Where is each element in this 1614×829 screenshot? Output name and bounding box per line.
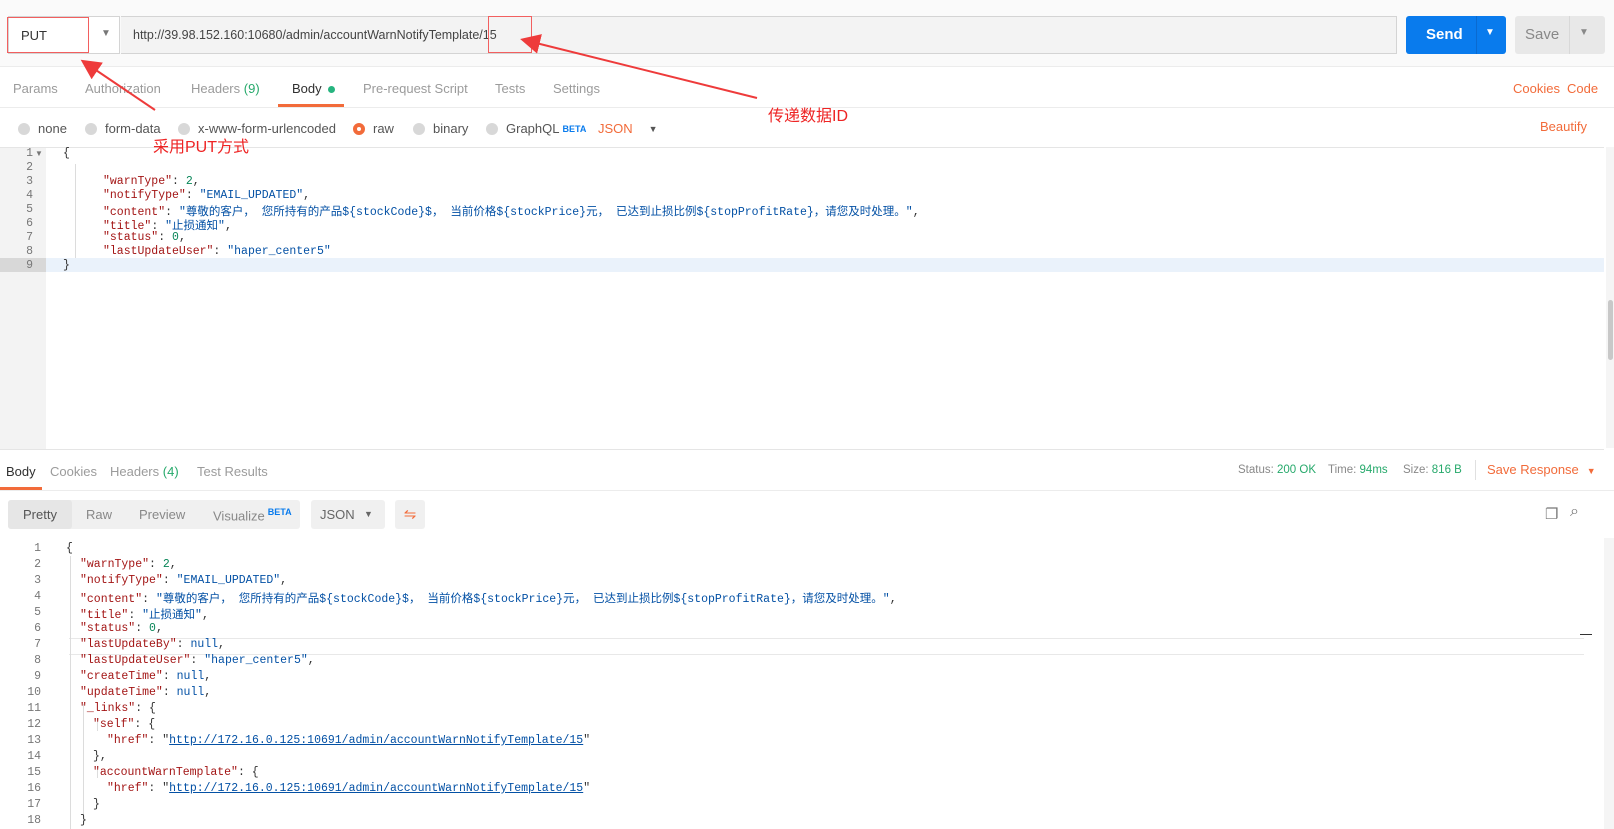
- annotation-arrow-id: [520, 34, 758, 99]
- annotation-arrow-method: [80, 59, 156, 111]
- annotation-put-label: 采用PUT方式: [153, 139, 250, 156]
- annotation-id-label: 传递数据ID: [768, 108, 849, 125]
